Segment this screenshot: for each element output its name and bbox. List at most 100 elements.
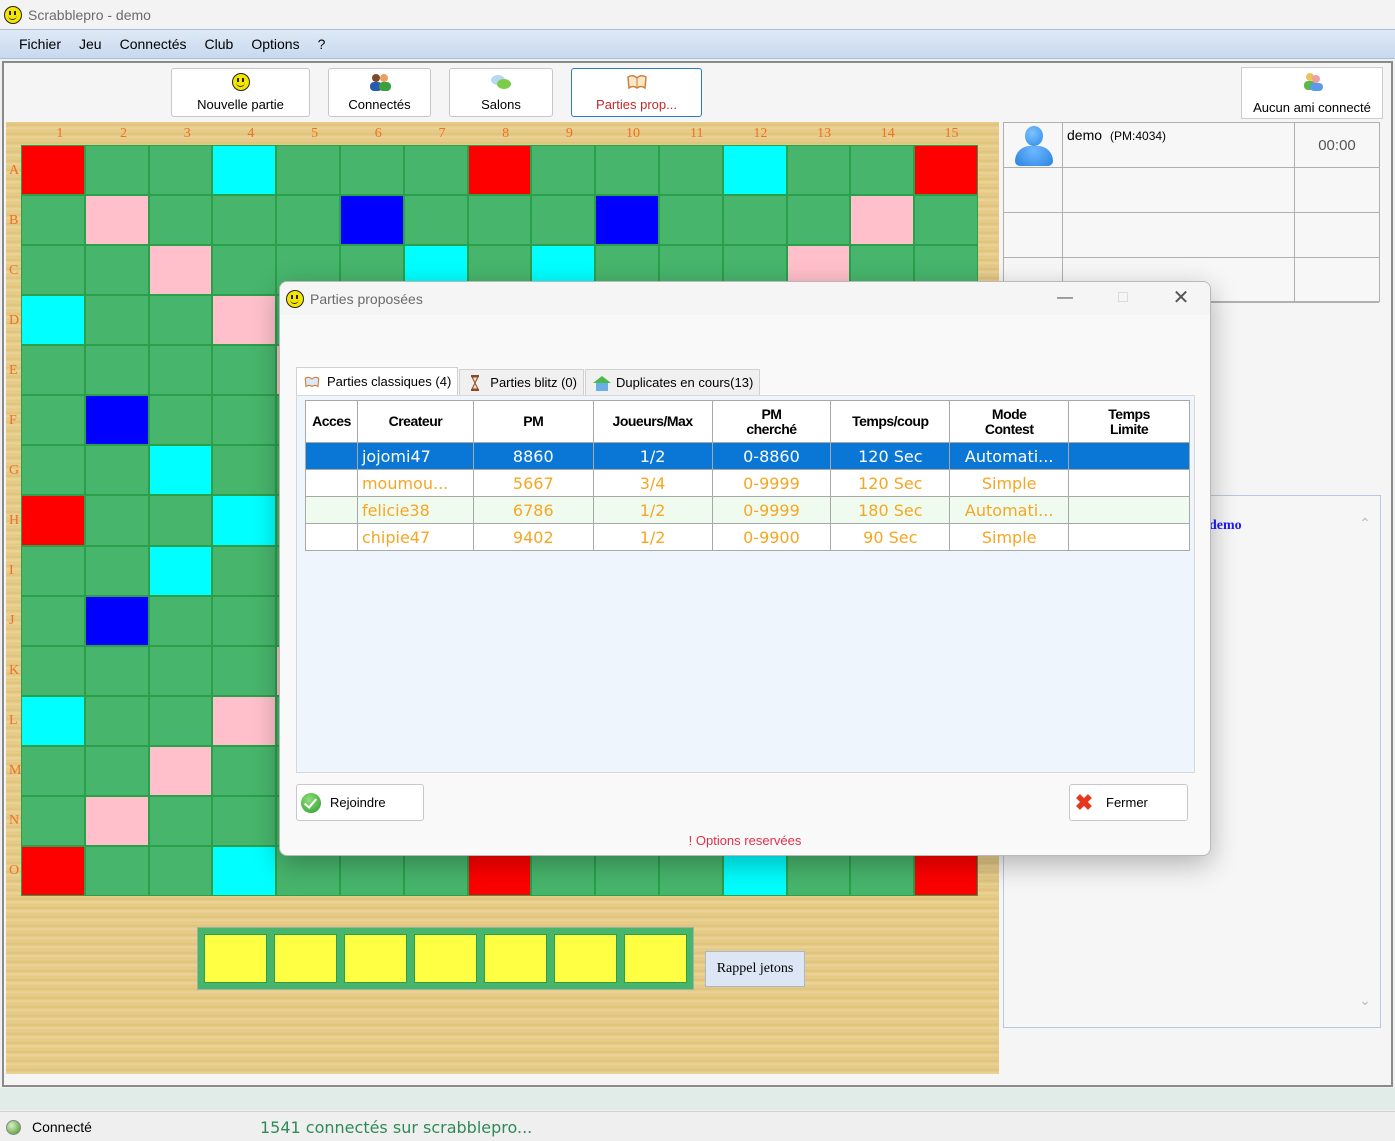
double-letter-square[interactable] [149,546,212,595]
tab-duplicates[interactable]: Duplicates en cours(13) [584,369,761,395]
rack-tile[interactable] [344,934,407,983]
game-row[interactable]: chipie47 9402 1/2 0-9900 90 Sec Simple [305,523,1190,551]
board-square[interactable] [340,146,403,195]
board-square[interactable] [213,196,276,245]
board-square[interactable] [404,146,467,195]
board-square[interactable] [277,146,339,195]
board-square[interactable] [723,196,786,245]
menu-options[interactable]: Options [242,36,308,52]
double-letter-square[interactable] [149,446,212,495]
menu-jeu[interactable]: Jeu [70,36,111,52]
board-square[interactable] [22,796,84,845]
minimize-icon[interactable]: — [1053,288,1077,308]
board-square[interactable] [149,696,212,745]
board-square[interactable] [468,196,531,245]
connected-button[interactable]: Connectés [328,68,431,117]
rack-tile[interactable] [484,934,547,983]
rooms-button[interactable]: Salons [449,68,553,117]
game-row[interactable]: felicie38 6786 1/2 0-9999 180 Sec Automati... [305,496,1190,524]
menu-fichier[interactable]: Fichier [10,36,70,52]
rack-tile[interactable] [624,934,687,983]
board-square[interactable] [213,796,276,845]
board-square[interactable] [659,196,722,245]
double-letter-square[interactable] [213,146,276,195]
triple-word-square[interactable] [468,146,531,195]
board-square[interactable] [851,146,914,195]
menu-club[interactable]: Club [196,36,243,52]
col-header-acces[interactable]: Acces [305,400,358,443]
game-row[interactable]: moumou... 5667 3/4 0-9999 120 Sec Simple [305,469,1190,497]
board-square[interactable] [532,196,595,245]
col-header-temps[interactable]: Temps/coup [830,400,951,443]
close-icon[interactable]: ✕ [1169,288,1193,308]
board-square[interactable] [85,496,148,545]
col-header-createur[interactable]: Createur [356,400,474,443]
triple-letter-square[interactable] [596,196,658,245]
col-header-pm[interactable]: PM [472,400,594,443]
board-square[interactable] [213,546,276,595]
scroll-up-icon[interactable]: ⌃ [1358,516,1372,530]
double-word-square[interactable] [85,796,148,845]
double-word-square[interactable] [851,196,914,245]
board-square[interactable] [85,346,148,395]
board-square[interactable] [149,796,212,845]
tab-blitz-games[interactable]: Parties blitz (0) [459,369,584,395]
board-square[interactable] [85,146,148,195]
board-square[interactable] [85,246,148,295]
scroll-down-icon[interactable]: ⌄ [1358,993,1372,1007]
menu-connectes[interactable]: Connectés [111,36,196,52]
recall-tiles-button[interactable]: Rappel jetons [705,951,805,987]
game-row[interactable]: jojomi47 8860 1/2 0-8860 120 Sec Automati... [305,442,1190,470]
menu-help[interactable]: ? [309,36,335,52]
board-square[interactable] [213,246,276,295]
board-square[interactable] [787,196,850,245]
board-square[interactable] [149,846,212,895]
board-square[interactable] [787,146,850,195]
board-square[interactable] [85,296,148,345]
board-square[interactable] [149,396,212,445]
rack-tile[interactable] [554,934,617,983]
board-square[interactable] [213,746,276,795]
board-square[interactable] [213,646,276,695]
board-square[interactable] [22,396,84,445]
double-letter-square[interactable] [22,696,84,745]
board-square[interactable] [22,596,84,645]
board-square[interactable] [659,146,722,195]
join-button[interactable]: Rejoindre [296,784,424,821]
double-letter-square[interactable] [213,496,276,545]
new-game-button[interactable]: Nouvelle partie [171,68,310,117]
board-square[interactable] [85,446,148,495]
board-square[interactable] [149,496,212,545]
tab-classic-games[interactable]: Parties classiques (4) [296,367,459,395]
triple-letter-square[interactable] [340,196,403,245]
proposed-games-button[interactable]: Parties prop... [571,68,702,117]
triple-letter-square[interactable] [85,396,148,445]
board-square[interactable] [149,646,212,695]
double-letter-square[interactable] [213,846,276,895]
double-word-square[interactable] [213,296,276,345]
board-square[interactable] [149,196,212,245]
board-square[interactable] [22,196,84,245]
board-square[interactable] [85,546,148,595]
maximize-icon[interactable]: □ [1111,288,1135,308]
double-word-square[interactable] [85,196,148,245]
close-button[interactable]: ✖ Fermer [1069,784,1188,821]
board-square[interactable] [85,646,148,695]
board-square[interactable] [22,746,84,795]
double-letter-square[interactable] [22,296,84,345]
double-word-square[interactable] [149,246,212,295]
board-square[interactable] [85,846,148,895]
triple-word-square[interactable] [22,146,84,195]
double-word-square[interactable] [149,746,212,795]
board-square[interactable] [22,246,84,295]
double-letter-square[interactable] [723,146,786,195]
board-square[interactable] [22,646,84,695]
board-square[interactable] [85,746,148,795]
triple-letter-square[interactable] [85,596,148,645]
board-square[interactable] [532,146,595,195]
double-word-square[interactable] [213,696,276,745]
col-header-limite[interactable]: Temps Limite [1068,400,1190,443]
col-header-joueurs[interactable]: Joueurs/Max [592,400,713,443]
board-square[interactable] [22,346,84,395]
board-square[interactable] [149,596,212,645]
